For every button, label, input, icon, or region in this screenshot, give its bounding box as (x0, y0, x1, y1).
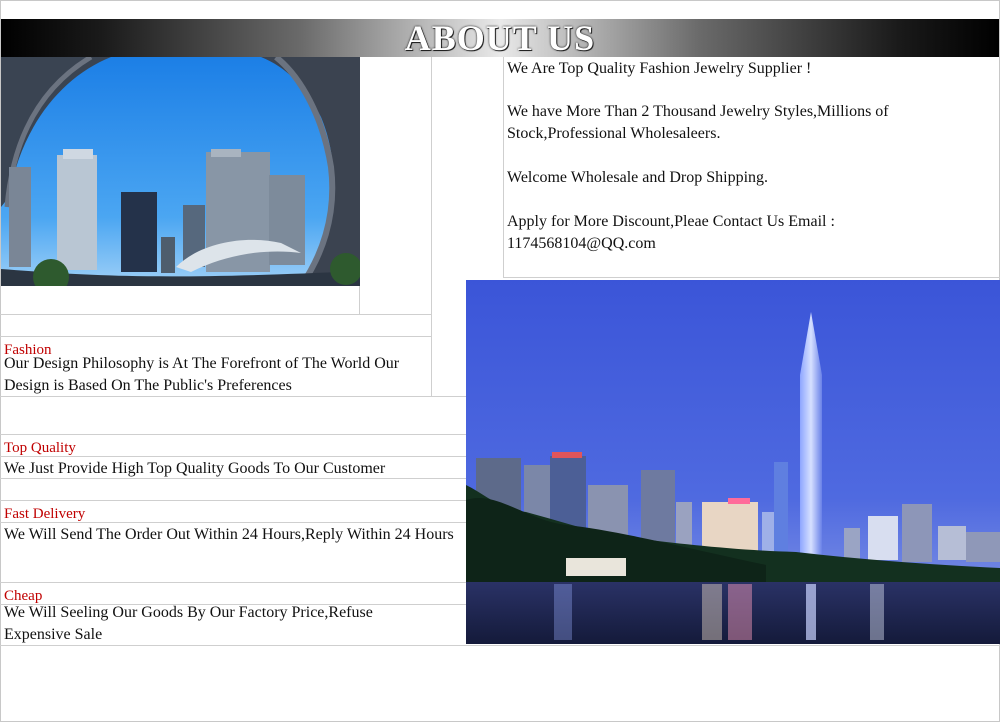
feature-text-cheap-1: We Will Seeling Our Goods By Our Factory… (4, 604, 373, 621)
intro-line-4a: Apply for More Discount,Pleae Contact Us… (507, 213, 835, 230)
grid-line (431, 57, 432, 396)
city-night-photo (466, 280, 1000, 644)
grid-line (0, 582, 466, 583)
banner-title: ABOUT US (404, 18, 596, 58)
grid-line (0, 645, 1000, 646)
feature-text-delivery: We Will Send The Order Out Within 24 Hou… (4, 526, 454, 543)
grid-line (0, 434, 466, 435)
intro-line-2a: We have More Than 2 Thousand Jewelry Sty… (507, 103, 889, 120)
grid-line (0, 314, 432, 315)
feature-title-quality: Top Quality (4, 440, 76, 456)
intro-line-1: We Are Top Quality Fashion Jewelry Suppl… (507, 60, 812, 77)
intro-line-2b: Stock,Professional Wholesaleers. (507, 125, 721, 142)
grid-line (0, 336, 432, 337)
intro-line-3: Welcome Wholesale and Drop Shipping. (507, 169, 769, 186)
feature-title-delivery: Fast Delivery (4, 506, 86, 522)
feature-text-cheap-2: Expensive Sale (4, 626, 103, 643)
city-day-photo (1, 57, 360, 286)
grid-line (503, 57, 504, 277)
about-us-banner: ABOUT US (1, 19, 999, 57)
contact-email[interactable]: 1174568104@QQ.com (507, 233, 656, 255)
feature-text-fashion-1: Our Design Philosophy is At The Forefron… (4, 355, 400, 372)
grid-line (503, 277, 1000, 278)
grid-line (0, 500, 466, 501)
feature-text-quality: We Just Provide High Top Quality Goods T… (4, 460, 386, 477)
feature-text-fashion-2: Design is Based On The Public's Preferen… (4, 377, 292, 394)
